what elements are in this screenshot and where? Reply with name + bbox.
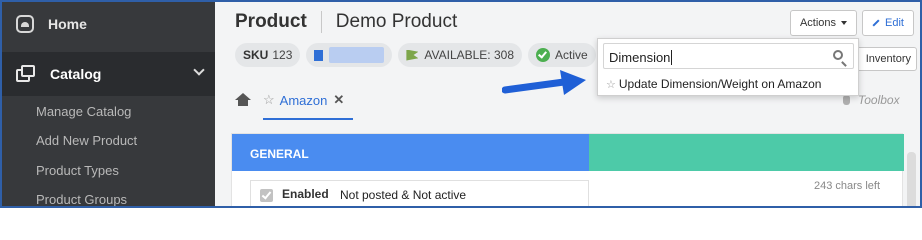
inventory-button[interactable]: Inventory (851, 47, 917, 71)
home-icon (16, 15, 34, 33)
sidebar-subitem-manage-catalog[interactable]: Manage Catalog (36, 104, 131, 119)
enabled-checkbox[interactable] (260, 189, 273, 202)
status-label: Active (555, 48, 588, 62)
search-input[interactable]: Dimension (603, 43, 854, 69)
chevron-down-icon[interactable] (193, 64, 205, 76)
flag-icon (406, 49, 419, 61)
actions-label: Actions (799, 17, 837, 29)
tab-amazon[interactable]: ☆ Amazon ✕ (263, 92, 344, 108)
dropdown-item-update-dimension[interactable]: ☆ Update Dimension/Weight on Amazon (598, 74, 858, 94)
general-panel: GENERAL Enabled Not posted & Not active … (231, 133, 904, 206)
close-icon[interactable]: ✕ (333, 92, 344, 108)
store-name-redacted (329, 47, 385, 63)
enabled-label: Enabled (282, 187, 329, 201)
sku-key: SKU (243, 48, 269, 62)
sidebar-item-home[interactable]: Home (2, 2, 215, 46)
available-value: AVAILABLE: 308 (424, 48, 514, 62)
sidebar-item-catalog[interactable]: Catalog (2, 52, 215, 96)
store-chip[interactable] (306, 43, 393, 67)
caret-down-icon (841, 21, 848, 25)
star-icon[interactable]: ☆ (263, 92, 275, 108)
search-icon[interactable] (833, 50, 843, 60)
sku-value: 123 (272, 48, 293, 62)
page-title: Product Demo Product (235, 11, 457, 33)
active-tab-indicator (263, 118, 353, 120)
store-icon (314, 49, 324, 61)
channel-tabs: ☆ Amazon ✕ (235, 88, 344, 112)
tab-amazon-label: Amazon (279, 92, 328, 108)
edit-label: Edit (885, 17, 904, 29)
sidebar: Home Catalog Manage Catalog Add New Prod… (2, 2, 215, 206)
text-cursor (671, 50, 673, 65)
actions-search-dropdown: Dimension ☆ Update Dimension/Weight on A… (597, 38, 859, 96)
main-content: Product Demo Product Actions Edit SKU 12… (215, 2, 920, 206)
search-input-text: Dimension (609, 50, 673, 65)
general-header: GENERAL (232, 134, 589, 171)
sidebar-item-label: Home (48, 16, 87, 32)
posting-status: Not posted & Not active (340, 188, 467, 202)
sidebar-subitem-product-groups[interactable]: Product Groups (36, 192, 127, 206)
sidebar-subitem-product-types[interactable]: Product Types (36, 163, 119, 178)
chars-left-counter: 243 chars left (814, 180, 881, 192)
microphone-icon (843, 95, 850, 105)
title-divider (320, 11, 322, 33)
pencil-icon (872, 19, 880, 27)
home-tab-icon[interactable] (235, 93, 251, 107)
app-window: Home Catalog Manage Catalog Add New Prod… (0, 0, 922, 208)
toolbox-label: Toolbox (858, 93, 900, 107)
sidebar-item-label: Catalog (50, 66, 102, 82)
inventory-label: Inventory (865, 53, 911, 65)
dropdown-item-label: Update Dimension/Weight on Amazon (618, 77, 822, 91)
section-title: GENERAL (250, 147, 309, 161)
arrow-icon (502, 70, 586, 95)
actions-button[interactable]: Actions (790, 10, 857, 36)
sku-chip: SKU 123 (235, 43, 301, 67)
check-icon (536, 48, 550, 62)
edit-button[interactable]: Edit (862, 10, 914, 36)
page-title-label: Product (235, 11, 307, 32)
catalog-icon (16, 65, 36, 83)
secondary-header (589, 134, 904, 171)
search-value: Dimension (609, 50, 671, 65)
scrollbar[interactable] (907, 152, 916, 206)
star-icon[interactable]: ☆ (606, 78, 616, 91)
product-name: Demo Product (335, 11, 458, 32)
sidebar-subitem-add-new-product[interactable]: Add New Product (36, 133, 137, 148)
